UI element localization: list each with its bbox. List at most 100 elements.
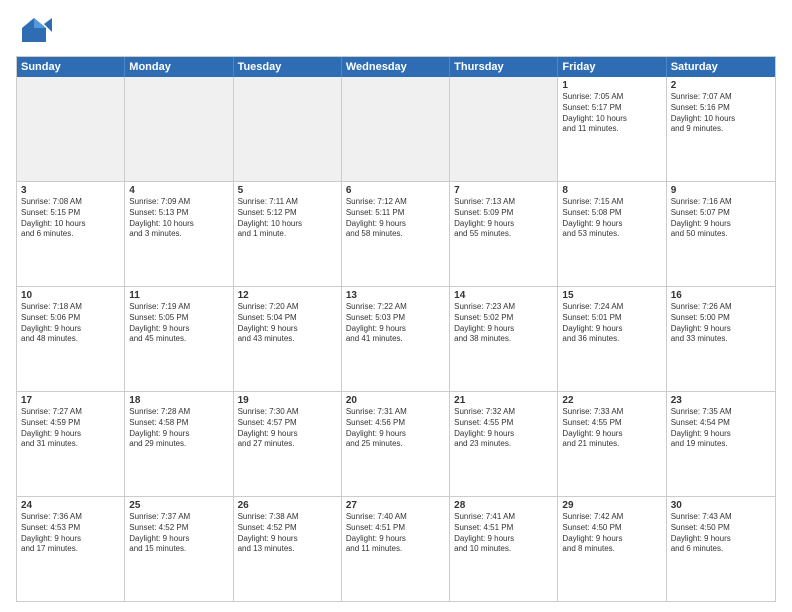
day-cell-5: 5Sunrise: 7:11 AM Sunset: 5:12 PM Daylig…	[234, 182, 342, 286]
day-number: 18	[129, 395, 228, 406]
day-info: Sunrise: 7:19 AM Sunset: 5:05 PM Dayligh…	[129, 302, 228, 345]
weekday-header-friday: Friday	[558, 57, 666, 77]
day-info: Sunrise: 7:22 AM Sunset: 5:03 PM Dayligh…	[346, 302, 445, 345]
day-info: Sunrise: 7:11 AM Sunset: 5:12 PM Dayligh…	[238, 197, 337, 240]
calendar-row-3: 17Sunrise: 7:27 AM Sunset: 4:59 PM Dayli…	[17, 392, 775, 497]
day-info: Sunrise: 7:18 AM Sunset: 5:06 PM Dayligh…	[21, 302, 120, 345]
day-number: 1	[562, 80, 661, 91]
day-info: Sunrise: 7:37 AM Sunset: 4:52 PM Dayligh…	[129, 512, 228, 555]
day-number: 14	[454, 290, 553, 301]
day-cell-1: 1Sunrise: 7:05 AM Sunset: 5:17 PM Daylig…	[558, 77, 666, 181]
empty-cell	[342, 77, 450, 181]
calendar-row-2: 10Sunrise: 7:18 AM Sunset: 5:06 PM Dayli…	[17, 287, 775, 392]
day-info: Sunrise: 7:13 AM Sunset: 5:09 PM Dayligh…	[454, 197, 553, 240]
day-info: Sunrise: 7:27 AM Sunset: 4:59 PM Dayligh…	[21, 407, 120, 450]
weekday-header-tuesday: Tuesday	[234, 57, 342, 77]
day-info: Sunrise: 7:40 AM Sunset: 4:51 PM Dayligh…	[346, 512, 445, 555]
day-cell-30: 30Sunrise: 7:43 AM Sunset: 4:50 PM Dayli…	[667, 497, 775, 601]
day-number: 29	[562, 500, 661, 511]
day-cell-2: 2Sunrise: 7:07 AM Sunset: 5:16 PM Daylig…	[667, 77, 775, 181]
day-cell-8: 8Sunrise: 7:15 AM Sunset: 5:08 PM Daylig…	[558, 182, 666, 286]
day-cell-11: 11Sunrise: 7:19 AM Sunset: 5:05 PM Dayli…	[125, 287, 233, 391]
day-cell-23: 23Sunrise: 7:35 AM Sunset: 4:54 PM Dayli…	[667, 392, 775, 496]
day-number: 25	[129, 500, 228, 511]
day-cell-13: 13Sunrise: 7:22 AM Sunset: 5:03 PM Dayli…	[342, 287, 450, 391]
day-number: 4	[129, 185, 228, 196]
day-number: 15	[562, 290, 661, 301]
day-number: 7	[454, 185, 553, 196]
day-info: Sunrise: 7:33 AM Sunset: 4:55 PM Dayligh…	[562, 407, 661, 450]
day-number: 3	[21, 185, 120, 196]
day-info: Sunrise: 7:16 AM Sunset: 5:07 PM Dayligh…	[671, 197, 771, 240]
day-number: 9	[671, 185, 771, 196]
day-cell-20: 20Sunrise: 7:31 AM Sunset: 4:56 PM Dayli…	[342, 392, 450, 496]
weekday-header-saturday: Saturday	[667, 57, 775, 77]
day-number: 10	[21, 290, 120, 301]
day-cell-7: 7Sunrise: 7:13 AM Sunset: 5:09 PM Daylig…	[450, 182, 558, 286]
day-info: Sunrise: 7:35 AM Sunset: 4:54 PM Dayligh…	[671, 407, 771, 450]
day-number: 2	[671, 80, 771, 91]
page: SundayMondayTuesdayWednesdayThursdayFrid…	[0, 0, 792, 612]
day-cell-10: 10Sunrise: 7:18 AM Sunset: 5:06 PM Dayli…	[17, 287, 125, 391]
day-info: Sunrise: 7:24 AM Sunset: 5:01 PM Dayligh…	[562, 302, 661, 345]
day-number: 16	[671, 290, 771, 301]
day-info: Sunrise: 7:07 AM Sunset: 5:16 PM Dayligh…	[671, 92, 771, 135]
calendar-header: SundayMondayTuesdayWednesdayThursdayFrid…	[17, 57, 775, 77]
weekday-header-sunday: Sunday	[17, 57, 125, 77]
day-info: Sunrise: 7:31 AM Sunset: 4:56 PM Dayligh…	[346, 407, 445, 450]
day-cell-19: 19Sunrise: 7:30 AM Sunset: 4:57 PM Dayli…	[234, 392, 342, 496]
calendar-row-0: 1Sunrise: 7:05 AM Sunset: 5:17 PM Daylig…	[17, 77, 775, 182]
day-number: 23	[671, 395, 771, 406]
day-info: Sunrise: 7:23 AM Sunset: 5:02 PM Dayligh…	[454, 302, 553, 345]
day-number: 22	[562, 395, 661, 406]
day-cell-18: 18Sunrise: 7:28 AM Sunset: 4:58 PM Dayli…	[125, 392, 233, 496]
day-cell-14: 14Sunrise: 7:23 AM Sunset: 5:02 PM Dayli…	[450, 287, 558, 391]
day-number: 12	[238, 290, 337, 301]
day-cell-9: 9Sunrise: 7:16 AM Sunset: 5:07 PM Daylig…	[667, 182, 775, 286]
day-number: 13	[346, 290, 445, 301]
day-cell-22: 22Sunrise: 7:33 AM Sunset: 4:55 PM Dayli…	[558, 392, 666, 496]
day-info: Sunrise: 7:05 AM Sunset: 5:17 PM Dayligh…	[562, 92, 661, 135]
day-number: 24	[21, 500, 120, 511]
day-number: 27	[346, 500, 445, 511]
calendar-body: 1Sunrise: 7:05 AM Sunset: 5:17 PM Daylig…	[17, 77, 775, 601]
day-cell-29: 29Sunrise: 7:42 AM Sunset: 4:50 PM Dayli…	[558, 497, 666, 601]
day-cell-26: 26Sunrise: 7:38 AM Sunset: 4:52 PM Dayli…	[234, 497, 342, 601]
day-cell-24: 24Sunrise: 7:36 AM Sunset: 4:53 PM Dayli…	[17, 497, 125, 601]
day-info: Sunrise: 7:20 AM Sunset: 5:04 PM Dayligh…	[238, 302, 337, 345]
day-cell-12: 12Sunrise: 7:20 AM Sunset: 5:04 PM Dayli…	[234, 287, 342, 391]
logo-icon	[16, 14, 52, 50]
day-cell-3: 3Sunrise: 7:08 AM Sunset: 5:15 PM Daylig…	[17, 182, 125, 286]
day-info: Sunrise: 7:12 AM Sunset: 5:11 PM Dayligh…	[346, 197, 445, 240]
day-number: 28	[454, 500, 553, 511]
day-number: 19	[238, 395, 337, 406]
empty-cell	[234, 77, 342, 181]
day-info: Sunrise: 7:32 AM Sunset: 4:55 PM Dayligh…	[454, 407, 553, 450]
calendar-row-4: 24Sunrise: 7:36 AM Sunset: 4:53 PM Dayli…	[17, 497, 775, 601]
weekday-header-thursday: Thursday	[450, 57, 558, 77]
day-cell-4: 4Sunrise: 7:09 AM Sunset: 5:13 PM Daylig…	[125, 182, 233, 286]
day-info: Sunrise: 7:38 AM Sunset: 4:52 PM Dayligh…	[238, 512, 337, 555]
day-info: Sunrise: 7:09 AM Sunset: 5:13 PM Dayligh…	[129, 197, 228, 240]
day-info: Sunrise: 7:36 AM Sunset: 4:53 PM Dayligh…	[21, 512, 120, 555]
day-cell-21: 21Sunrise: 7:32 AM Sunset: 4:55 PM Dayli…	[450, 392, 558, 496]
day-cell-25: 25Sunrise: 7:37 AM Sunset: 4:52 PM Dayli…	[125, 497, 233, 601]
calendar-row-1: 3Sunrise: 7:08 AM Sunset: 5:15 PM Daylig…	[17, 182, 775, 287]
day-number: 17	[21, 395, 120, 406]
day-cell-27: 27Sunrise: 7:40 AM Sunset: 4:51 PM Dayli…	[342, 497, 450, 601]
empty-cell	[125, 77, 233, 181]
day-info: Sunrise: 7:08 AM Sunset: 5:15 PM Dayligh…	[21, 197, 120, 240]
day-info: Sunrise: 7:15 AM Sunset: 5:08 PM Dayligh…	[562, 197, 661, 240]
day-number: 20	[346, 395, 445, 406]
day-info: Sunrise: 7:42 AM Sunset: 4:50 PM Dayligh…	[562, 512, 661, 555]
day-number: 8	[562, 185, 661, 196]
day-info: Sunrise: 7:28 AM Sunset: 4:58 PM Dayligh…	[129, 407, 228, 450]
day-number: 5	[238, 185, 337, 196]
day-info: Sunrise: 7:43 AM Sunset: 4:50 PM Dayligh…	[671, 512, 771, 555]
day-info: Sunrise: 7:26 AM Sunset: 5:00 PM Dayligh…	[671, 302, 771, 345]
day-number: 11	[129, 290, 228, 301]
weekday-header-monday: Monday	[125, 57, 233, 77]
weekday-header-wednesday: Wednesday	[342, 57, 450, 77]
empty-cell	[17, 77, 125, 181]
day-cell-17: 17Sunrise: 7:27 AM Sunset: 4:59 PM Dayli…	[17, 392, 125, 496]
